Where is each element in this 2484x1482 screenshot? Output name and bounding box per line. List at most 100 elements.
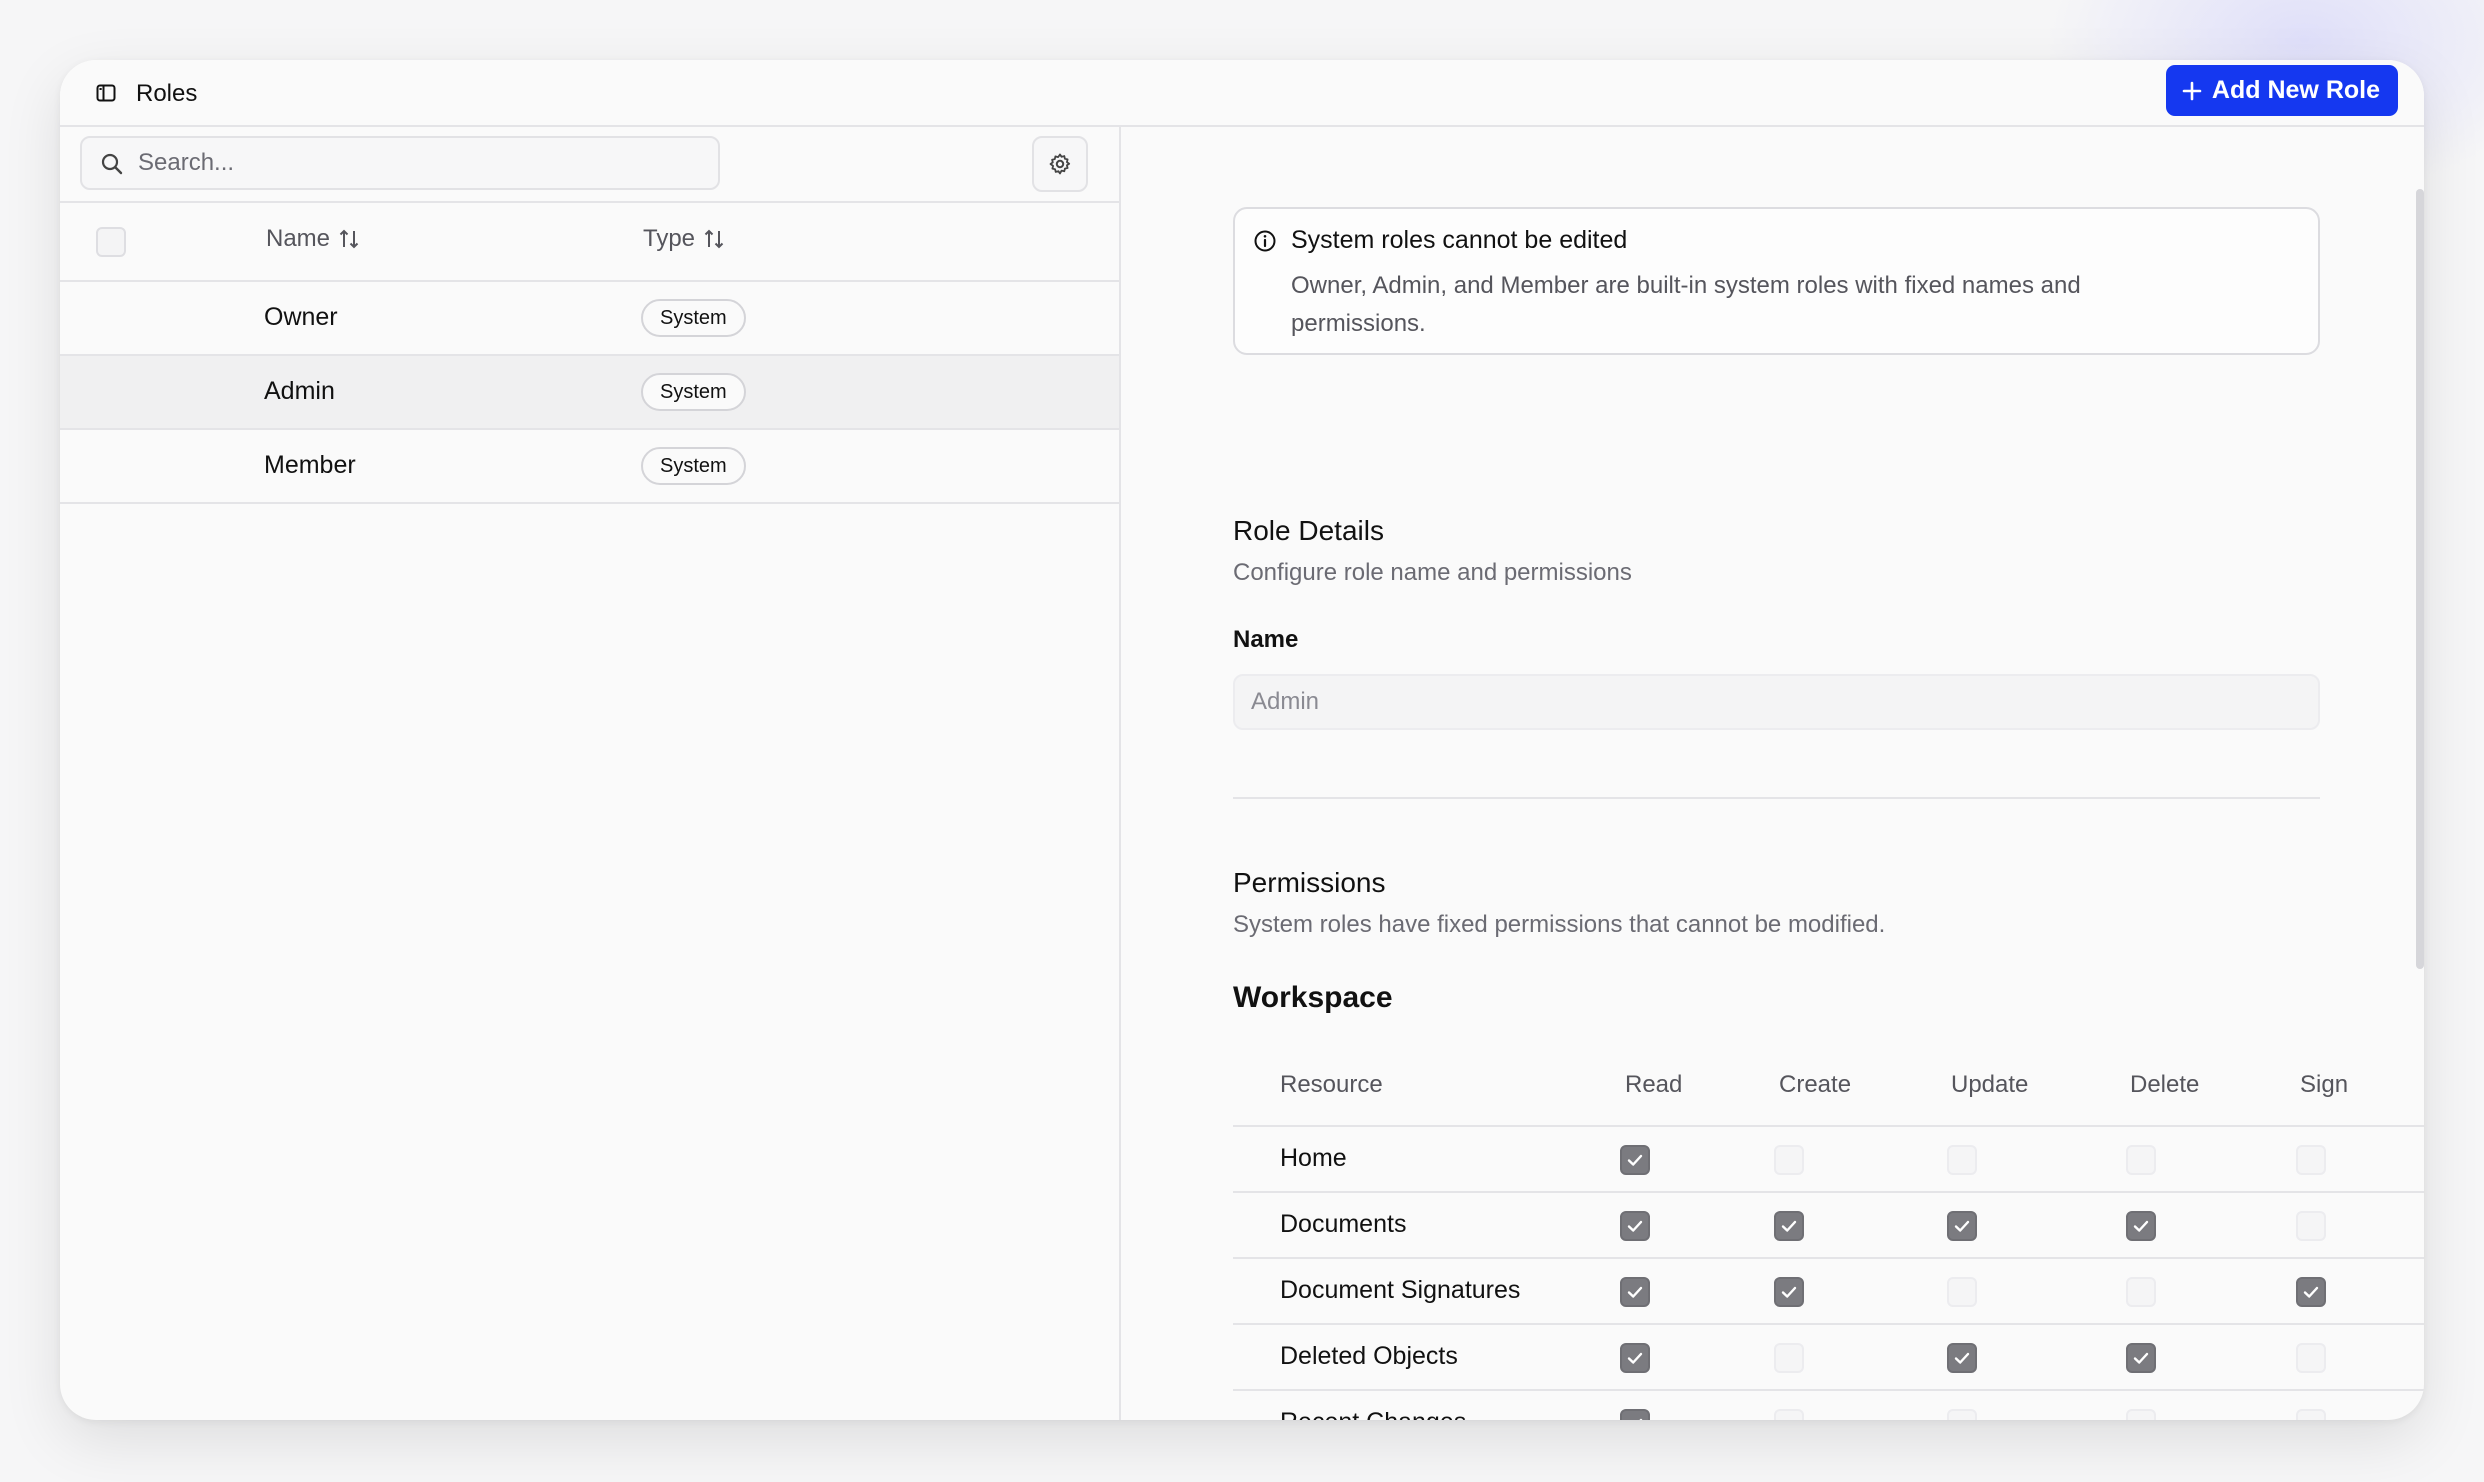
permission-row: Home xyxy=(1233,1127,2424,1193)
permissions-subtitle: System roles have fixed permissions that… xyxy=(1233,911,1886,938)
role-type-badge: System xyxy=(641,299,746,337)
search-icon xyxy=(101,153,123,175)
create-permission-checkbox[interactable] xyxy=(1774,1145,1804,1175)
permission-row: Documents xyxy=(1233,1193,2424,1259)
check-icon xyxy=(1627,1352,1643,1364)
column-header-sign: Sign xyxy=(2300,1071,2349,1098)
column-type-label: Type xyxy=(643,225,696,252)
gear-icon xyxy=(1049,153,1071,175)
permission-resource-name: Document Signatures xyxy=(1280,1276,1521,1304)
check-icon xyxy=(1627,1154,1643,1166)
sign-permission-checkbox[interactable] xyxy=(2296,1145,2326,1175)
delete-permission-checkbox[interactable] xyxy=(2126,1277,2156,1307)
table-row-admin[interactable]: Admin System xyxy=(60,356,1119,430)
name-field-label: Name xyxy=(1233,626,1299,653)
check-icon xyxy=(1627,1286,1643,1298)
check-icon xyxy=(1627,1220,1643,1232)
sign-permission-checkbox[interactable] xyxy=(2296,1343,2326,1373)
check-icon xyxy=(1954,1220,1970,1232)
delete-permission-checkbox[interactable] xyxy=(2126,1145,2156,1175)
system-role-alert: System roles cannot be edited Owner, Adm… xyxy=(1233,207,2320,355)
read-permission-checkbox[interactable] xyxy=(1620,1145,1650,1175)
role-details-title: Role Details xyxy=(1233,515,1384,546)
app-window: Roles Add New Role Name xyxy=(60,60,2424,1420)
page-title: Roles xyxy=(136,80,198,107)
update-permission-checkbox[interactable] xyxy=(1947,1409,1977,1420)
column-header-read: Read xyxy=(1625,1071,1683,1098)
permission-row: Recent Changes xyxy=(1233,1391,2424,1420)
create-permission-checkbox[interactable] xyxy=(1774,1277,1804,1307)
delete-permission-checkbox[interactable] xyxy=(2126,1343,2156,1373)
column-name-label: Name xyxy=(266,225,331,252)
section-divider xyxy=(1233,797,2320,799)
read-permission-checkbox[interactable] xyxy=(1620,1343,1650,1373)
delete-permission-checkbox[interactable] xyxy=(2126,1211,2156,1241)
roles-table-header: Name Type xyxy=(60,201,1119,282)
plus-icon xyxy=(2182,81,2202,100)
column-header-name[interactable]: Name xyxy=(266,225,360,253)
permission-row: Deleted Objects xyxy=(1233,1325,2424,1391)
read-permission-checkbox[interactable] xyxy=(1620,1277,1650,1307)
update-permission-checkbox[interactable] xyxy=(1947,1277,1977,1307)
permission-resource-name: Documents xyxy=(1280,1210,1407,1238)
permissions-table-header: Resource Read Create Update Delete Sign xyxy=(1233,1055,2424,1127)
sort-icon xyxy=(704,229,724,249)
permissions-rows: Home Documents Document Signatures Deleted … xyxy=(1233,1127,2424,1420)
column-header-resource: Resource xyxy=(1280,1071,1383,1098)
alert-title: System roles cannot be edited xyxy=(1291,226,1628,254)
delete-permission-checkbox[interactable] xyxy=(2126,1409,2156,1420)
read-permission-checkbox[interactable] xyxy=(1620,1409,1650,1420)
update-permission-checkbox[interactable] xyxy=(1947,1343,1977,1373)
check-icon xyxy=(1781,1286,1797,1298)
column-header-create: Create xyxy=(1779,1071,1852,1098)
sign-permission-checkbox[interactable] xyxy=(2296,1409,2326,1420)
update-permission-checkbox[interactable] xyxy=(1947,1145,1977,1175)
select-all-checkbox[interactable] xyxy=(96,227,126,257)
search-input[interactable] xyxy=(138,138,708,188)
permission-row: Document Signatures xyxy=(1233,1259,2424,1325)
update-permission-checkbox[interactable] xyxy=(1947,1211,1977,1241)
sign-permission-checkbox[interactable] xyxy=(2296,1211,2326,1241)
create-permission-checkbox[interactable] xyxy=(1774,1409,1804,1420)
permission-resource-name: Recent Changes xyxy=(1280,1408,1466,1420)
role-name: Owner xyxy=(264,303,338,331)
create-permission-checkbox[interactable] xyxy=(1774,1211,1804,1241)
info-icon xyxy=(1254,230,1276,252)
check-icon xyxy=(1781,1220,1797,1232)
sign-permission-checkbox[interactable] xyxy=(2296,1277,2326,1307)
table-row-owner[interactable]: Owner System xyxy=(60,282,1119,356)
add-new-role-button[interactable]: Add New Role xyxy=(2165,65,2398,116)
check-icon xyxy=(2133,1352,2149,1364)
top-bar: Roles Add New Role xyxy=(60,60,2424,127)
role-name: Member xyxy=(264,451,356,479)
role-name-field[interactable] xyxy=(1233,674,2320,730)
check-icon xyxy=(2133,1220,2149,1232)
sidebar-toggle-icon[interactable] xyxy=(92,79,120,107)
add-new-role-label: Add New Role xyxy=(2211,76,2380,104)
role-name: Admin xyxy=(264,377,335,405)
role-details-subtitle: Configure role name and permissions xyxy=(1233,559,1632,586)
read-permission-checkbox[interactable] xyxy=(1620,1211,1650,1241)
role-detail-panel: System roles cannot be edited Owner, Adm… xyxy=(1123,127,2424,1420)
table-row-member[interactable]: Member System xyxy=(60,430,1119,504)
check-icon xyxy=(1639,1418,1643,1420)
column-header-delete: Delete xyxy=(2130,1071,2200,1098)
role-type-badge: System xyxy=(641,373,746,411)
detail-scrollbar[interactable] xyxy=(2416,189,2424,969)
permission-resource-name: Home xyxy=(1280,1144,1347,1172)
permission-resource-name: Deleted Objects xyxy=(1280,1342,1458,1370)
permissions-table: Resource Read Create Update Delete Sign … xyxy=(1233,1055,2424,1420)
table-settings-button[interactable] xyxy=(1032,136,1088,192)
check-icon xyxy=(2303,1286,2319,1298)
role-type-badge: System xyxy=(641,447,746,485)
create-permission-checkbox[interactable] xyxy=(1774,1343,1804,1373)
roles-list-panel: Name Type Owner System xyxy=(60,127,1121,1420)
check-icon xyxy=(1954,1352,1970,1364)
permissions-title: Permissions xyxy=(1233,867,1386,898)
search-box xyxy=(80,136,720,190)
column-header-update: Update xyxy=(1951,1071,2029,1098)
column-header-type[interactable]: Type xyxy=(643,225,725,253)
workspace-group-title: Workspace xyxy=(1233,981,1393,1014)
alert-description: Owner, Admin, and Member are built-in sy… xyxy=(1291,272,2081,337)
sort-icon xyxy=(339,229,359,249)
